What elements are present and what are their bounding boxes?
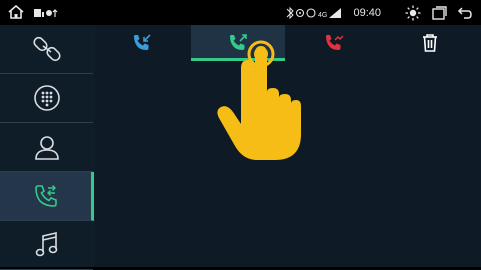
notification-icons [34, 9, 58, 17]
status-bar: 4G 09:40 [0, 0, 481, 25]
sidebar-item-dialpad[interactable] [0, 74, 93, 123]
window-icon[interactable] [431, 5, 447, 21]
incoming-call-icon [134, 34, 151, 50]
tab-incoming-calls[interactable] [95, 25, 189, 61]
tab-delete[interactable] [383, 25, 477, 61]
sidebar-item-contacts[interactable] [0, 123, 93, 172]
sidebar-item-link[interactable] [0, 25, 93, 74]
system-status-icons: 4G [287, 6, 342, 19]
trash-icon [423, 34, 437, 52]
home-icon[interactable] [8, 5, 24, 19]
sidebar [0, 25, 95, 270]
clock: 09:40 [353, 6, 381, 19]
call-log-icon [34, 185, 57, 207]
music-icon [35, 231, 57, 257]
svg-text:4G: 4G [318, 12, 327, 19]
brightness-icon[interactable] [405, 5, 421, 21]
contacts-icon [34, 136, 59, 160]
tap-pointer-hand-icon [217, 40, 301, 160]
back-icon[interactable] [457, 5, 473, 21]
dialpad-icon [33, 85, 60, 111]
call-log-panel [95, 25, 481, 267]
sidebar-item-call-log[interactable] [0, 172, 94, 221]
missed-call-icon [326, 35, 344, 50]
link-icon [32, 36, 61, 62]
sidebar-item-music[interactable] [0, 221, 93, 270]
